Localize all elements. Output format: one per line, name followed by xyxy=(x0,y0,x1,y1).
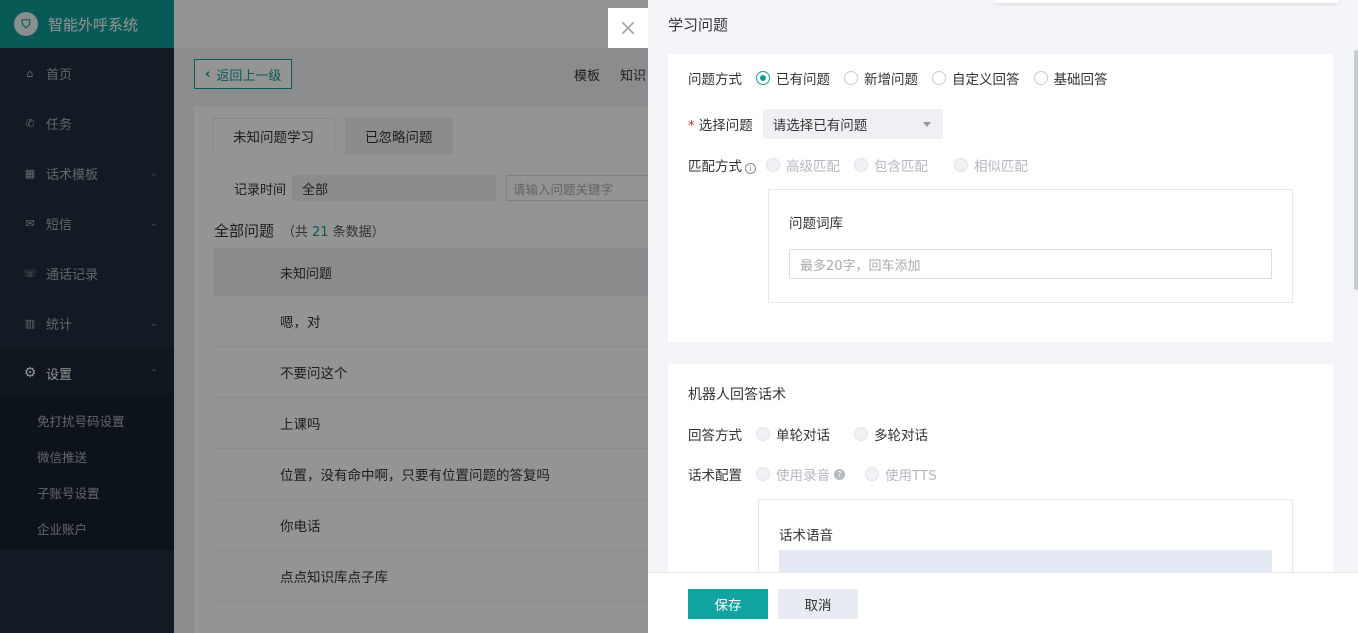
radio-dot xyxy=(854,158,868,172)
help-icon[interactable]: ? xyxy=(834,468,845,480)
radio-label: 高级匹配 xyxy=(786,159,840,175)
question-panel: 问题方式 已有问题 新增问题 自定义回答 基础回答 * 选择问题 请选择已有问题 … xyxy=(668,54,1333,342)
answer-mode-label: 回答方式 xyxy=(688,428,742,444)
select-question-row: * 选择问题 请选择已有问题 xyxy=(688,109,943,139)
question-select-value: 请选择已有问题 xyxy=(772,118,868,134)
radio-label: 使用TTS xyxy=(885,468,937,484)
radio-label: 已有问题 xyxy=(776,72,830,88)
match-mode-row: 匹配方式 i 高级匹配 包含匹配 相似匹配 xyxy=(688,155,1042,175)
answer-mode-row: 回答方式 单轮对话 多轮对话 xyxy=(688,424,942,444)
modal-overlay[interactable] xyxy=(0,0,648,633)
dropdown-edge xyxy=(994,0,1339,3)
match-mode-text: 匹配方式 xyxy=(688,159,742,175)
info-icon[interactable]: i xyxy=(745,163,756,174)
required-mark: * xyxy=(688,118,695,134)
radio-new-question[interactable]: 新增问题 xyxy=(844,68,918,88)
radio-custom-answer[interactable]: 自定义回答 xyxy=(932,68,1020,88)
radio-label: 相似匹配 xyxy=(974,159,1028,175)
radio-label: 基础回答 xyxy=(1053,72,1108,88)
radio-dot xyxy=(756,427,770,441)
radio-dot xyxy=(756,467,770,481)
radio-label: 新增问题 xyxy=(864,72,918,88)
script-config-row: 话术配置 使用录音? 使用TTS xyxy=(688,464,951,484)
close-icon[interactable]: × xyxy=(608,8,648,48)
radio-basic-answer[interactable]: 基础回答 xyxy=(1033,68,1108,88)
voice-title: 话术语音 xyxy=(779,528,833,544)
lexicon-box: 问题词库 最多20字，回车添加 xyxy=(768,189,1293,303)
radio-similar-match[interactable]: 相似匹配 xyxy=(954,155,1028,175)
script-config-label: 话术配置 xyxy=(688,468,742,484)
lexicon-input[interactable]: 最多20字，回车添加 xyxy=(789,249,1272,279)
drawer-title: 学习问题 xyxy=(668,16,729,34)
radio-label: 多轮对话 xyxy=(874,428,928,444)
save-button[interactable]: 保存 xyxy=(688,589,768,619)
radio-contains-match[interactable]: 包含匹配 xyxy=(854,155,928,175)
caret-down-icon xyxy=(922,122,931,127)
radio-dot xyxy=(844,71,858,85)
question-mode-label: 问题方式 xyxy=(688,72,742,88)
radio-dot xyxy=(865,467,879,481)
radio-label: 包含匹配 xyxy=(874,159,928,175)
radio-advanced-match[interactable]: 高级匹配 xyxy=(766,155,840,175)
question-select[interactable]: 请选择已有问题 xyxy=(762,109,943,139)
question-mode-row: 问题方式 已有问题 新增问题 自定义回答 基础回答 xyxy=(688,68,1122,88)
cancel-button[interactable]: 取消 xyxy=(778,589,858,619)
radio-dot xyxy=(766,158,780,172)
drawer-footer: 保存 取消 xyxy=(648,572,1358,633)
radio-existing-question[interactable]: 已有问题 xyxy=(756,68,830,88)
scrollbar[interactable] xyxy=(1354,50,1358,290)
radio-dot xyxy=(1033,71,1048,85)
radio-single-turn[interactable]: 单轮对话 xyxy=(756,424,830,444)
radio-dot xyxy=(756,71,770,85)
select-question-text: 选择问题 xyxy=(698,118,753,134)
radio-dot xyxy=(932,71,946,85)
radio-label: 自定义回答 xyxy=(952,72,1020,88)
radio-multi-turn[interactable]: 多轮对话 xyxy=(854,424,928,444)
learn-question-drawer: 学习问题 问题方式 已有问题 新增问题 自定义回答 基础回答 * 选择问题 请选择… xyxy=(648,0,1358,633)
robot-answer-title: 机器人回答话术 xyxy=(688,387,786,403)
radio-dot xyxy=(954,158,968,172)
select-question-label: * 选择问题 xyxy=(688,114,753,134)
radio-label: 单轮对话 xyxy=(776,428,830,444)
radio-label: 使用录音 xyxy=(776,468,830,484)
radio-use-recording[interactable]: 使用录音? xyxy=(756,464,845,484)
radio-use-tts[interactable]: 使用TTS xyxy=(865,464,937,484)
match-mode-label: 匹配方式 i xyxy=(688,155,756,175)
radio-dot xyxy=(854,427,868,441)
lexicon-title: 问题词库 xyxy=(789,216,843,232)
